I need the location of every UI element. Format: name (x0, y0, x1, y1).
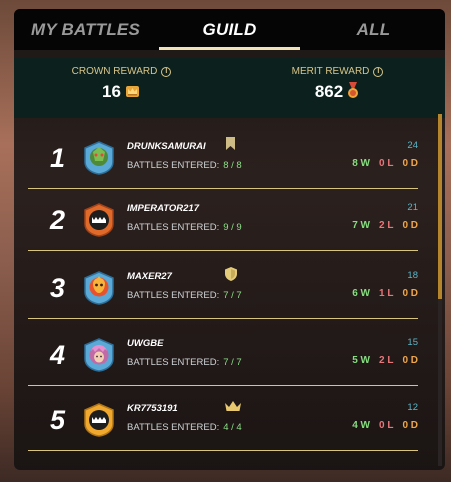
merit-reward-label: MERIT REWARD i (230, 66, 445, 77)
scrollbar-thumb[interactable] (438, 114, 442, 299)
win-loss-record: 8 W0 L0 D (352, 158, 418, 169)
bookmark-icon (225, 137, 236, 155)
row-divider (28, 385, 418, 386)
crown-icon (225, 399, 241, 417)
win-loss-record: 5 W2 L0 D (352, 355, 418, 366)
merit-reward: MERIT REWARD i 862 (230, 58, 445, 118)
win-loss-record: 7 W2 L0 D (352, 220, 418, 231)
player-score: 21 (407, 202, 418, 213)
battles-entered: BATTLES ENTERED: 7 / 7 (127, 357, 242, 368)
merit-medal-icon (348, 82, 359, 98)
win-loss-record: 6 W1 L0 D (352, 288, 418, 299)
player-name[interactable]: MAXER27 (127, 271, 172, 282)
merit-reward-value: 862 (230, 82, 445, 102)
battles-entered: BATTLES ENTERED: 9 / 9 (127, 222, 242, 233)
fire-creature-avatar (83, 271, 115, 305)
tab-all[interactable]: ALL (302, 9, 445, 50)
player-score: 15 (407, 337, 418, 348)
row-divider (28, 250, 418, 251)
list-item[interactable]: 4 UWGBE BATTLES ENTERED: 7 / 7 15 5 W2 L0… (14, 324, 418, 386)
player-name[interactable]: KR7753191 (127, 403, 178, 414)
crown-reward-value: 16 (14, 82, 229, 102)
plant-warrior-avatar (83, 141, 115, 175)
player-score: 18 (407, 270, 418, 281)
info-icon[interactable]: i (373, 67, 384, 77)
battles-panel: MY BATTLES GUILD ALL CROWN REWARD i 16 ME… (14, 9, 445, 470)
battles-entered: BATTLES ENTERED: 7 / 7 (127, 290, 242, 301)
crown-reward: CROWN REWARD i 16 (14, 58, 229, 118)
crown-reward-label: CROWN REWARD i (14, 66, 229, 77)
list-item[interactable]: 5 KR7753191 BATTLES ENTERED: 4 / 4 12 4 W… (14, 389, 418, 451)
rank-number: 2 (50, 205, 66, 235)
rank-number: 3 (50, 273, 66, 303)
tab-guild[interactable]: GUILD (157, 9, 302, 50)
player-score: 24 (407, 140, 418, 151)
rank-number: 4 (50, 340, 66, 370)
win-loss-record: 4 W0 L0 D (352, 420, 418, 431)
info-icon[interactable]: i (161, 67, 172, 77)
gold-monster-avatar (83, 403, 115, 437)
list-item[interactable]: 3 MAXER27 BATTLES ENTERED: 7 / 7 18 6 W1 … (14, 257, 418, 319)
rank-number: 5 (50, 405, 66, 435)
pink-hair-avatar (83, 338, 115, 372)
player-name[interactable]: IMPERATOR217 (127, 203, 199, 214)
crown-token-icon (125, 86, 139, 97)
monster-mouth-avatar (83, 203, 115, 237)
tab-my-battles[interactable]: MY BATTLES (14, 9, 157, 50)
shield-icon (225, 267, 237, 286)
row-divider (28, 318, 418, 319)
battles-entered: BATTLES ENTERED: 8 / 8 (127, 160, 242, 171)
rewards-bar: CROWN REWARD i 16 MERIT REWARD i 862 (14, 58, 445, 118)
player-name[interactable]: DRUNKSAMURAI (127, 141, 206, 152)
player-score: 12 (407, 402, 418, 413)
list-item[interactable]: 1 DRUNKSAMURAI BATTLES ENTERED: 8 / 8 24 … (14, 127, 418, 189)
rank-number: 1 (50, 143, 66, 173)
battles-entered: BATTLES ENTERED: 4 / 4 (127, 422, 242, 433)
list-item[interactable]: 2 IMPERATOR217 BATTLES ENTERED: 9 / 9 21 … (14, 189, 418, 251)
player-name[interactable]: UWGBE (127, 338, 163, 349)
tab-bar: MY BATTLES GUILD ALL (14, 9, 445, 50)
row-divider (28, 450, 418, 451)
